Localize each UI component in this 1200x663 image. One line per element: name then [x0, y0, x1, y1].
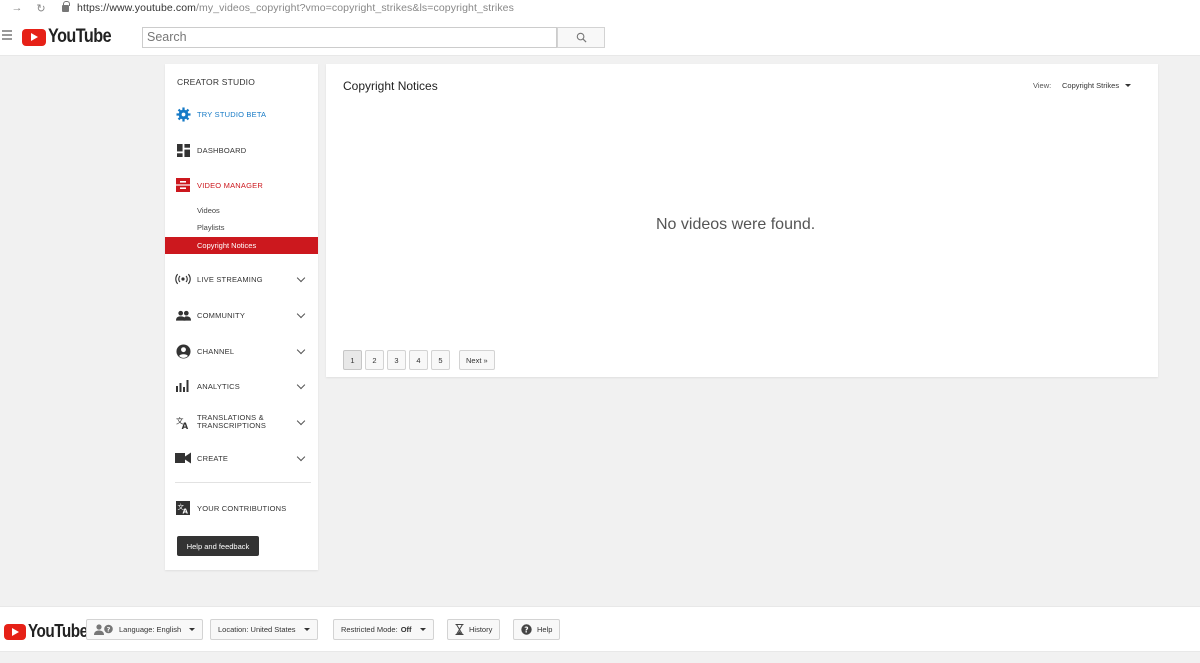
sidebar-item-label: CHANNEL: [197, 346, 235, 356]
hourglass-icon: [455, 624, 464, 635]
browser-toolbar: → ↻ https://www.youtube.com/my_videos_co…: [0, 0, 1200, 16]
page-button-5[interactable]: 5: [431, 350, 450, 370]
history-label: History: [469, 625, 493, 634]
restricted-mode-value: Off: [400, 625, 412, 634]
restricted-mode-button[interactable]: Restricted Mode: Off: [333, 619, 434, 640]
address-bar[interactable]: https://www.youtube.com/my_videos_copyri…: [77, 2, 514, 14]
sidebar-item-label: TRY STUDIO BETA: [197, 109, 267, 119]
video-manager-icon: [175, 177, 191, 193]
community-people-icon: [175, 307, 191, 323]
help-button[interactable]: ? Help: [513, 619, 561, 640]
pagination: 1 2 3 4 5 Next »: [343, 350, 498, 370]
masthead: YouTube Search: [0, 16, 1200, 56]
chevron-down-icon[interactable]: [296, 452, 306, 462]
sidebar-subitem-videos[interactable]: Videos: [197, 206, 220, 215]
play-logo-icon: [22, 28, 46, 46]
sidebar-subitem-copyright-notices[interactable]: Copyright Notices: [165, 237, 318, 254]
sidebar-item-analytics[interactable]: ANALYTICS: [165, 374, 318, 398]
svg-text:?: ?: [107, 626, 111, 634]
contributions-translate-icon: 文A: [175, 500, 191, 516]
help-question-icon: ?: [521, 624, 532, 635]
sidebar-item-your-contributions[interactable]: 文A YOUR CONTRIBUTIONS: [165, 496, 318, 520]
sidebar-item-live-streaming[interactable]: LIVE STREAMING: [165, 267, 318, 291]
logo-text: YouTube: [28, 621, 88, 641]
gear-icon: [175, 106, 191, 122]
sidebar-item-dashboard[interactable]: DASHBOARD: [165, 138, 318, 162]
sidebar-heading: CREATOR STUDIO: [177, 77, 256, 87]
youtube-logo[interactable]: YouTube: [22, 26, 122, 48]
footer: YouTube ? Language: English Location: Un…: [0, 606, 1200, 652]
page-button-3[interactable]: 3: [387, 350, 406, 370]
language-icon: ?: [94, 624, 114, 635]
creator-studio-sidebar: CREATOR STUDIO TRY STUDIO BETA DASHBOARD…: [165, 64, 318, 570]
view-label: View:: [1033, 81, 1052, 90]
svg-text:A: A: [181, 421, 188, 430]
footer-youtube-logo[interactable]: YouTube: [4, 621, 98, 642]
dropdown-caret-icon: [1125, 84, 1132, 87]
search-icon: [576, 32, 587, 43]
video-camera-icon: [175, 450, 191, 466]
sidebar-item-label: TRANSLATIONS & TRANSCRIPTIONS: [197, 414, 266, 430]
search-button[interactable]: [557, 27, 605, 48]
sidebar-item-create[interactable]: CREATE: [165, 446, 318, 470]
sidebar-item-community[interactable]: COMMUNITY: [165, 303, 318, 327]
sidebar-item-label: VIDEO MANAGER: [197, 180, 263, 190]
chevron-down-icon[interactable]: [296, 309, 306, 319]
url-path: /my_videos_copyright?vmo=copyright_strik…: [196, 2, 514, 14]
reload-icon[interactable]: ↻: [34, 2, 48, 15]
empty-state-message: No videos were found.: [656, 216, 816, 233]
play-logo-icon: [4, 623, 26, 640]
sidebar-divider: [175, 482, 311, 483]
history-button[interactable]: History: [447, 619, 501, 640]
sidebar-item-translations[interactable]: 文A TRANSLATIONS & TRANSCRIPTIONS: [165, 410, 318, 434]
sidebar-item-label: YOUR CONTRIBUTIONS: [197, 503, 287, 513]
dashboard-icon: [175, 142, 191, 158]
forward-arrow-icon[interactable]: →: [10, 2, 24, 14]
chevron-down-icon[interactable]: [296, 416, 306, 426]
chevron-down-icon[interactable]: [296, 345, 306, 355]
help-and-feedback-button[interactable]: Help and feedback: [177, 536, 259, 556]
logo-text: YouTube: [48, 26, 112, 47]
dropdown-caret-icon: [189, 628, 196, 631]
sidebar-item-label: LIVE STREAMING: [197, 274, 263, 284]
search-input[interactable]: Search: [142, 27, 557, 48]
translations-label-line2: TRANSCRIPTIONS: [197, 421, 267, 430]
page-button-4[interactable]: 4: [409, 350, 428, 370]
live-broadcast-icon: [175, 271, 191, 287]
lock-icon: [62, 0, 70, 12]
view-dropdown[interactable]: Copyright Strikes: [1062, 81, 1132, 90]
hamburger-menu-icon[interactable]: [2, 30, 12, 40]
copyright-notices-panel: Copyright Notices View: Copyright Strike…: [326, 64, 1158, 377]
sidebar-subitem-playlists[interactable]: Playlists: [197, 223, 225, 232]
view-dropdown-value: Copyright Strikes: [1062, 81, 1120, 90]
next-page-button[interactable]: Next »: [459, 350, 495, 370]
sidebar-item-label: ANALYTICS: [197, 381, 240, 391]
svg-text:A: A: [183, 508, 189, 516]
sidebar-item-video-manager[interactable]: VIDEO MANAGER: [165, 173, 318, 197]
svg-text:?: ?: [524, 625, 528, 634]
language-label: Language: English: [119, 625, 182, 634]
dropdown-caret-icon: [303, 628, 310, 631]
page-title: Copyright Notices: [343, 79, 438, 93]
help-label: Help: [537, 625, 553, 634]
account-circle-icon: [175, 343, 191, 359]
sidebar-item-label: COMMUNITY: [197, 310, 246, 320]
location-label: Location: United States: [218, 625, 296, 634]
sidebar-item-channel[interactable]: CHANNEL: [165, 339, 318, 363]
restricted-mode-label: Restricted Mode:: [341, 625, 398, 634]
translate-icon: 文A: [175, 414, 191, 430]
page-button-1[interactable]: 1: [343, 350, 362, 370]
language-button[interactable]: ? Language: English: [86, 619, 204, 640]
sidebar-item-try-studio-beta[interactable]: TRY STUDIO BETA: [165, 102, 318, 126]
sidebar-item-label: CREATE: [197, 453, 229, 463]
sidebar-item-label: DASHBOARD: [197, 145, 247, 155]
dropdown-caret-icon: [419, 628, 426, 631]
page-button-2[interactable]: 2: [365, 350, 384, 370]
location-button[interactable]: Location: United States: [210, 619, 318, 640]
analytics-bar-icon: [175, 378, 191, 394]
url-host: https://www.youtube.com: [77, 2, 197, 14]
chevron-down-icon[interactable]: [296, 273, 306, 283]
chevron-down-icon[interactable]: [296, 380, 306, 390]
